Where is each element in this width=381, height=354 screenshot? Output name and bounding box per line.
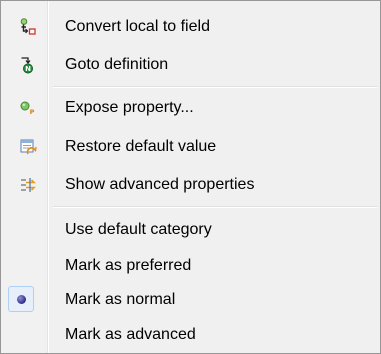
menu-item-convert-local-to-field[interactable]: Convert local to field xyxy=(4,12,377,42)
menu-item-show-advanced-properties[interactable]: Show advanced properties xyxy=(4,170,377,200)
menu-item-restore-default-value[interactable]: Restore default value xyxy=(4,132,377,162)
menu-item-label: Use default category xyxy=(65,221,212,238)
context-menu: Convert local to field N Goto definition… xyxy=(0,0,381,354)
menu-item-label: Expose property... xyxy=(65,99,194,116)
menu-separator xyxy=(53,206,377,208)
menu-item-label: Mark as advanced xyxy=(65,326,196,343)
menu-item-mark-as-advanced[interactable]: Mark as advanced xyxy=(4,320,377,350)
menu-separator xyxy=(53,86,377,88)
menu-item-label: Mark as preferred xyxy=(65,257,192,274)
menu-item-mark-as-normal[interactable]: Mark as normal xyxy=(4,285,377,315)
menu-item-goto-definition[interactable]: N Goto definition xyxy=(4,50,377,80)
menu-item-label: Mark as normal xyxy=(65,291,176,308)
menu-item-label: Convert local to field xyxy=(65,18,210,35)
menu-item-label: Show advanced properties xyxy=(65,176,255,193)
goto-definition-icon: N xyxy=(19,56,37,74)
restore-default-icon xyxy=(19,138,37,156)
svg-text:P: P xyxy=(30,108,35,116)
convert-local-to-field-icon xyxy=(19,18,37,36)
menu-item-label: Restore default value xyxy=(65,138,217,155)
advanced-properties-icon xyxy=(19,176,37,194)
expose-property-icon: P xyxy=(19,99,37,117)
menu-item-mark-as-preferred[interactable]: Mark as preferred xyxy=(4,251,377,281)
svg-text:N: N xyxy=(25,65,31,73)
menu-item-expose-property[interactable]: P Expose property... xyxy=(4,93,377,123)
radio-selected-icon xyxy=(17,295,26,304)
menu-item-use-default-category[interactable]: Use default category xyxy=(4,215,377,245)
menu-item-label: Goto definition xyxy=(65,56,169,73)
